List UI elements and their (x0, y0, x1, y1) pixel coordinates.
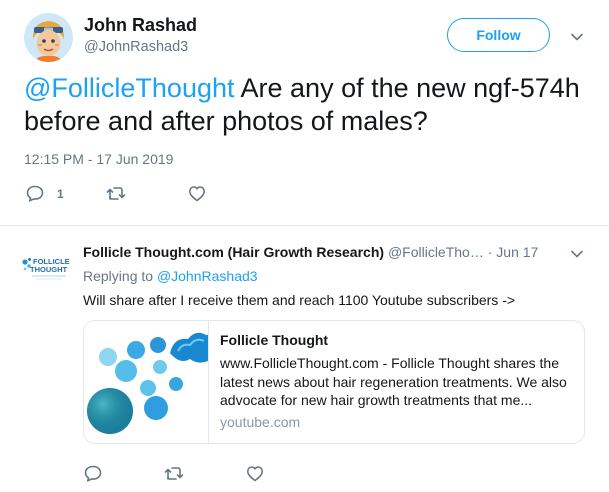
reply-author-name[interactable]: Follicle Thought.com (Hair Growth Resear… (83, 244, 384, 260)
retweet-icon (106, 187, 126, 200)
follow-button[interactable]: Follow (447, 18, 550, 52)
reply-count: 1 (57, 186, 64, 201)
tweet-text: @FollicleThought Are any of the new ngf-… (24, 72, 594, 138)
follicle-thought-logo[interactable]: FOLLICLE THOUGHT (20, 253, 74, 287)
timestamp[interactable]: 12:15 PM - 17 Jun 2019 (24, 151, 173, 167)
reply-action[interactable]: 1 (26, 185, 64, 202)
card-domain: youtube.com (220, 414, 301, 430)
like-icon (189, 186, 205, 202)
reply-header: Follicle Thought.com (Hair Growth Resear… (83, 244, 538, 260)
retweet-icon (164, 467, 184, 480)
svg-text:THOUGHT: THOUGHT (30, 265, 67, 274)
reply-action[interactable] (84, 465, 102, 482)
replying-to-prefix: Replying to (83, 268, 157, 284)
reply-author-handle[interactable]: @FollicleTho… (388, 244, 484, 260)
like-action[interactable] (188, 185, 206, 202)
reply-date-separator: · (487, 244, 497, 260)
chevron-down-icon[interactable] (570, 30, 584, 44)
like-action[interactable] (246, 465, 264, 482)
avatar-illustration (24, 13, 73, 62)
card-image (84, 321, 209, 443)
card-title: Follicle Thought (220, 332, 329, 348)
link-card[interactable]: Follicle Thought www.FollicleThought.com… (83, 320, 585, 444)
author-handle[interactable]: @JohnRashad3 (84, 39, 188, 55)
card-description: www.FollicleThought.com - Follicle Thoug… (220, 355, 567, 408)
divider (0, 225, 609, 226)
reply-icon (84, 465, 102, 482)
retweet-action[interactable] (164, 466, 184, 481)
replying-to-handle[interactable]: @JohnRashad3 (157, 268, 258, 284)
reply-text: Will share after I receive them and reac… (83, 292, 516, 308)
reply-icon (26, 185, 44, 202)
replying-to: Replying to @JohnRashad3 (83, 268, 258, 284)
mention-link[interactable]: @FollicleThought (24, 73, 235, 103)
avatar[interactable] (24, 13, 73, 62)
like-icon (247, 466, 263, 482)
chevron-down-icon[interactable] (570, 247, 584, 261)
reply-date[interactable]: Jun 17 (496, 244, 538, 260)
retweet-action[interactable] (106, 186, 126, 201)
author-name[interactable]: John Rashad (84, 15, 197, 36)
